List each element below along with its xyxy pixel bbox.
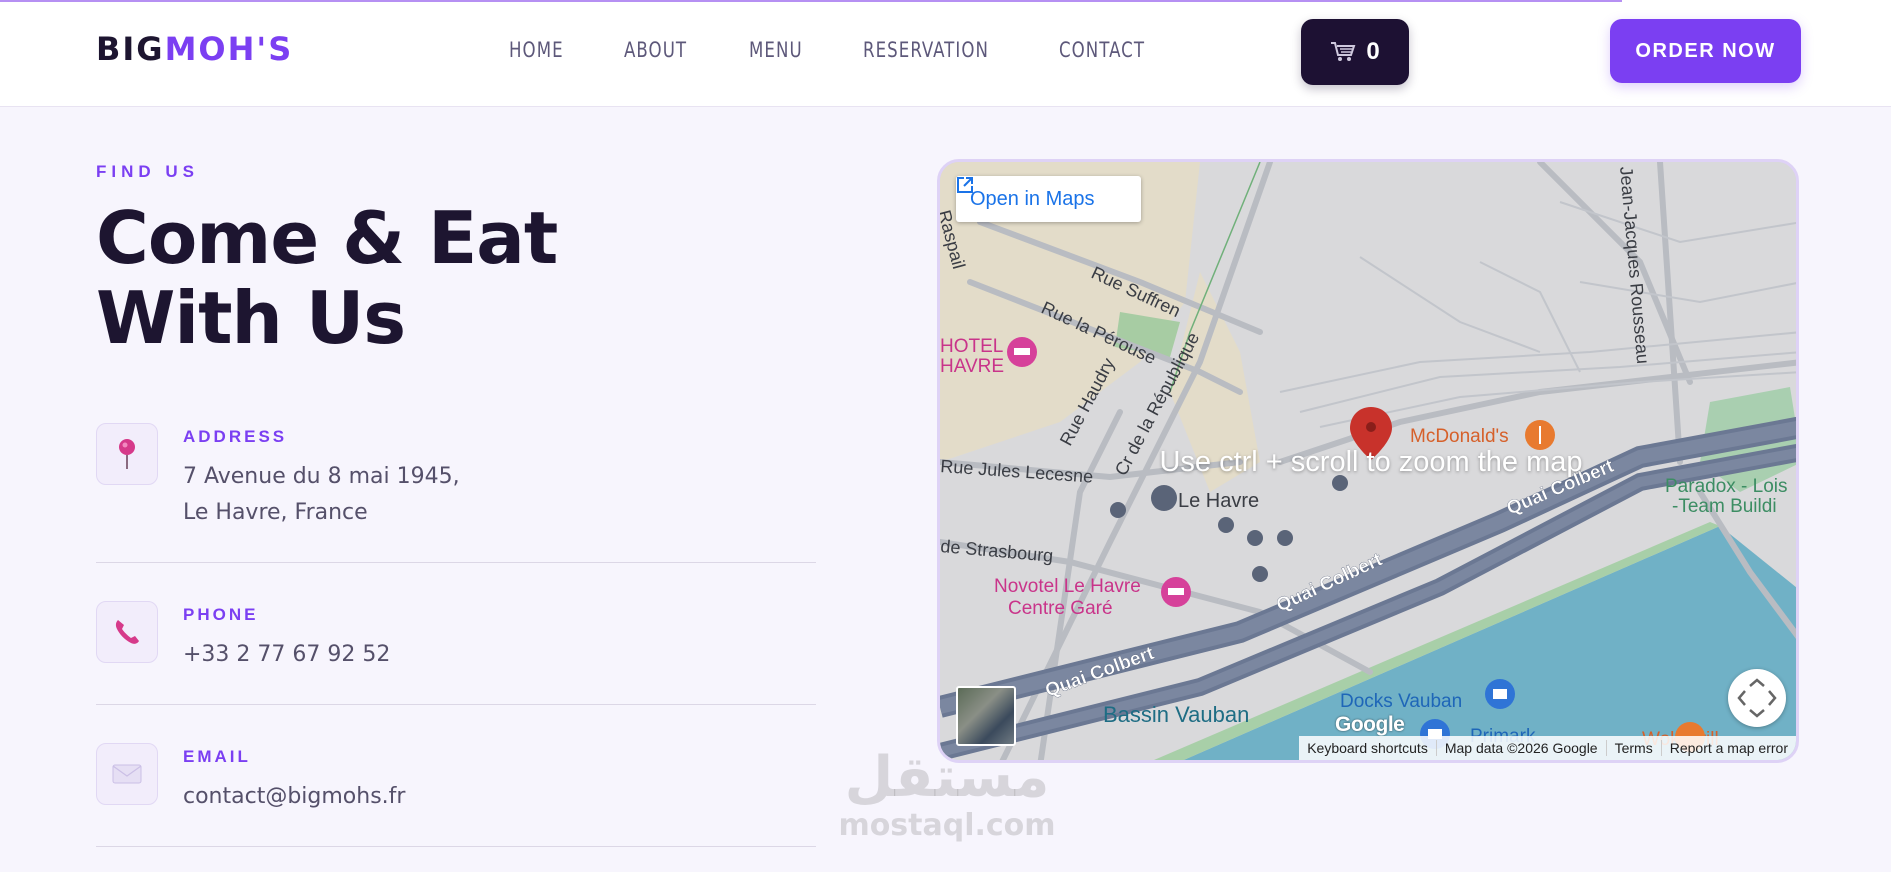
title-line-1: Come & Eat xyxy=(96,196,558,280)
keyboard-shortcuts-link[interactable]: Keyboard shortcuts xyxy=(1299,740,1436,756)
open-in-maps-link[interactable]: Open in Maps xyxy=(956,176,1141,222)
terms-link[interactable]: Terms xyxy=(1605,740,1661,756)
phone-value[interactable]: +33 2 77 67 92 52 xyxy=(183,637,390,673)
title-line-2: With Us xyxy=(96,276,406,360)
email-value[interactable]: contact@bigmohs.fr xyxy=(183,779,405,815)
label-paradox-1: Paradox - Lois xyxy=(1665,476,1788,497)
email-icon-box xyxy=(96,743,158,805)
email-address[interactable]: contact@bigmohs.fr xyxy=(183,779,405,815)
nav-contact[interactable]: CONTACT xyxy=(1059,38,1145,62)
label-mcdonalds: McDonald's xyxy=(1410,426,1509,447)
phone-icon xyxy=(115,620,139,644)
embedded-map[interactable]: Rue Suffren Rue la Pérouse Rue Haudry Cr… xyxy=(937,159,1799,763)
nav-menu[interactable]: MENU xyxy=(749,38,803,62)
address-value: 7 Avenue du 8 mai 1945, Le Havre, France xyxy=(183,459,460,531)
external-link-icon xyxy=(957,177,973,193)
bus-stop-marker-1[interactable] xyxy=(1110,502,1126,518)
phone-row: PHONE +33 2 77 67 92 52 xyxy=(96,601,816,705)
address-line-2: Le Havre, France xyxy=(183,500,368,525)
phone-label: PHONE xyxy=(183,605,259,624)
fullscreen-icon xyxy=(1737,678,1777,718)
watermark: مستقل mostaql.com xyxy=(827,745,1067,844)
nav-about[interactable]: ABOUT xyxy=(624,38,687,62)
novotel-marker[interactable] xyxy=(1161,577,1191,607)
bus-stop-marker-2[interactable] xyxy=(1218,517,1234,533)
map-attribution-bar: Keyboard shortcuts Map data ©2026 Google… xyxy=(1299,736,1796,760)
phone-number[interactable]: +33 2 77 67 92 52 xyxy=(183,637,390,673)
label-le-havre: Le Havre xyxy=(1178,490,1259,512)
brand-logo[interactable]: BIGMOH'S xyxy=(96,30,293,68)
logo-text-accent: MOH'S xyxy=(164,30,294,68)
logo-text-main: BIG xyxy=(96,30,165,68)
label-novotel-1: Novotel Le Havre xyxy=(994,576,1141,597)
label-novotel-2: Centre Garé xyxy=(1008,598,1113,619)
open-in-maps-label: Open in Maps xyxy=(970,187,1095,210)
bus-stop-marker-3[interactable] xyxy=(1247,530,1263,546)
site-header: BIGMOH'S HOME ABOUT MENU RESERVATION CON… xyxy=(0,0,1891,107)
label-hotel-1: HOTEL xyxy=(940,336,1003,357)
fullscreen-button[interactable] xyxy=(1728,669,1786,727)
zoom-hint-overlay: Use ctrl + scroll to zoom the map xyxy=(1159,446,1583,478)
google-logo: Google xyxy=(1335,713,1405,736)
cart-icon xyxy=(1331,42,1356,61)
envelope-icon xyxy=(112,764,142,784)
address-line-1: 7 Avenue du 8 mai 1945, xyxy=(183,464,460,489)
address-icon-box xyxy=(96,423,158,485)
docks-marker[interactable] xyxy=(1485,679,1515,709)
map-data-text: Map data ©2026 Google xyxy=(1435,740,1606,756)
section-title: Come & Eat With Us xyxy=(96,198,716,358)
watermark-latin: mostaql.com xyxy=(838,808,1056,843)
cart-count: 0 xyxy=(1366,38,1380,65)
top-accent-line xyxy=(0,0,1622,2)
satellite-toggle[interactable] xyxy=(956,686,1016,746)
cart-button[interactable]: 0 xyxy=(1301,19,1409,85)
nav-reservation[interactable]: RESERVATION xyxy=(863,38,989,62)
phone-icon-box xyxy=(96,601,158,663)
nav-home[interactable]: HOME xyxy=(509,38,564,62)
label-bassin-vauban: Bassin Vauban xyxy=(1103,702,1249,727)
address-label: ADDRESS xyxy=(183,427,288,446)
pin-icon xyxy=(119,439,135,469)
watermark-arabic: مستقل xyxy=(844,745,1050,810)
label-paradox-2: -Team Buildi xyxy=(1672,496,1777,517)
bus-stop-marker-4[interactable] xyxy=(1277,530,1293,546)
station-marker[interactable] xyxy=(1151,485,1177,511)
label-hotel-2: HAVRE xyxy=(940,356,1004,377)
report-error-link[interactable]: Report a map error xyxy=(1660,740,1796,756)
label-docks-vauban: Docks Vauban xyxy=(1340,691,1462,712)
main-nav: HOME ABOUT MENU RESERVATION CONTACT xyxy=(509,38,1210,62)
address-row: ADDRESS 7 Avenue du 8 mai 1945, Le Havre… xyxy=(96,423,816,563)
email-label: EMAIL xyxy=(183,747,251,766)
section-eyebrow: FIND US xyxy=(96,162,199,181)
bus-stop-marker-5[interactable] xyxy=(1252,566,1268,582)
order-now-button[interactable]: ORDER NOW xyxy=(1610,19,1801,83)
email-row: EMAIL contact@bigmohs.fr xyxy=(96,743,816,847)
hotel-marker[interactable] xyxy=(1007,337,1037,367)
